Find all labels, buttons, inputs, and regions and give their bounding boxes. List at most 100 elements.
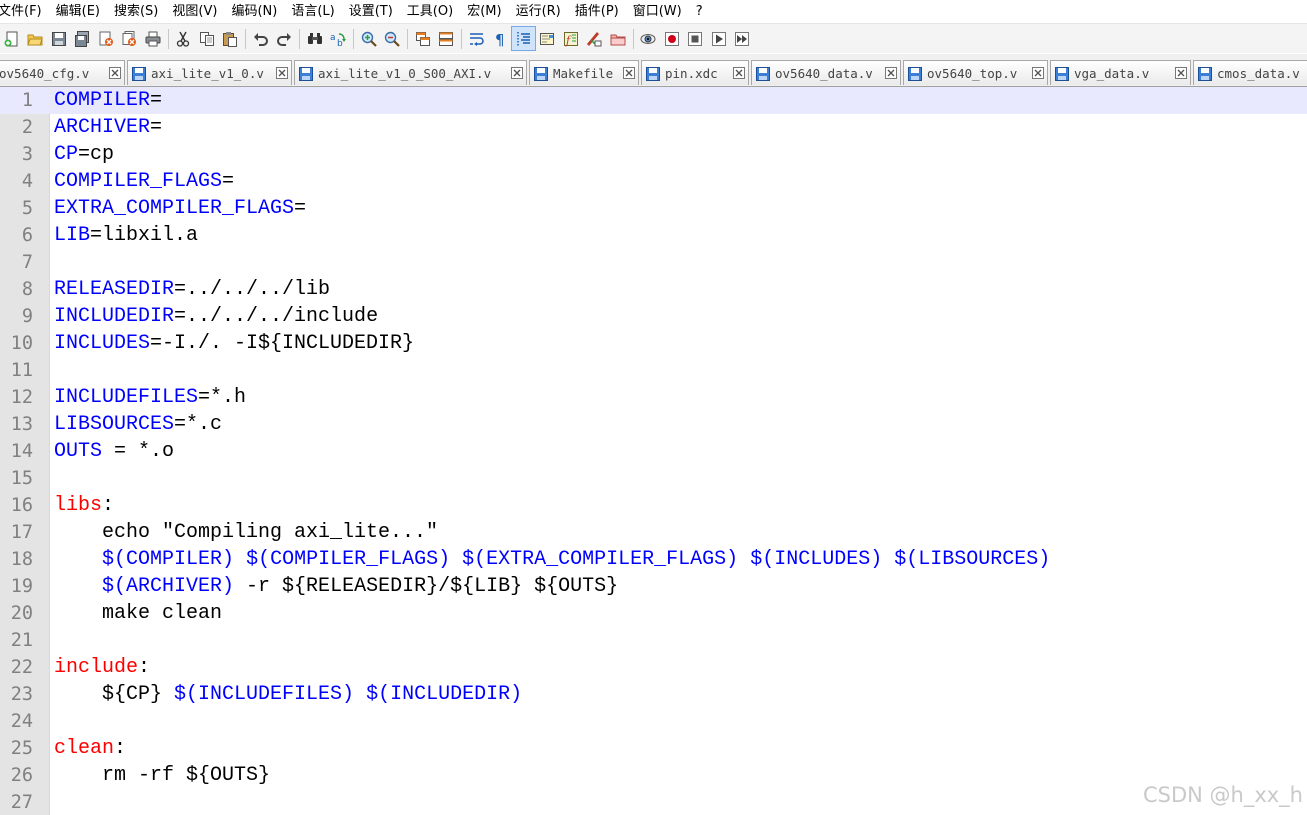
redo-button[interactable] [273, 27, 296, 50]
text-token: rm -rf ${OUTS} [54, 764, 271, 787]
sync-horizontal-button[interactable] [435, 27, 458, 50]
menu-item[interactable]: 工具(O) [400, 0, 460, 23]
code-line[interactable]: 10 INCLUDES=-I./. -I${INCLUDEDIR} [0, 330, 1307, 357]
file-tab[interactable]: vga_data.v [1050, 60, 1191, 85]
code-line[interactable]: 8 RELEASEDIR=../../../lib [0, 276, 1307, 303]
menu-item[interactable]: 运行(R) [509, 0, 568, 23]
code-line[interactable]: 25 clean: [0, 735, 1307, 762]
code-line[interactable]: 18 $(COMPILER) $(COMPILER_FLAGS) $(EXTRA… [0, 546, 1307, 573]
word-wrap-button[interactable] [465, 27, 488, 50]
folder-workspace-button[interactable] [583, 27, 606, 50]
menu-item[interactable]: 设置(T) [342, 0, 400, 23]
menu-item[interactable]: 插件(P) [568, 0, 626, 23]
code-line[interactable]: 4 COMPILER_FLAGS= [0, 168, 1307, 195]
copy-button[interactable] [195, 27, 218, 50]
code-line[interactable]: 7 [0, 249, 1307, 276]
menu-item[interactable]: 搜索(S) [107, 0, 165, 23]
code-text: RELEASEDIR=../../../lib [54, 276, 330, 303]
code-line[interactable]: 19 $(ARCHIVER) -r ${RELEASEDIR}/${LIB} $… [0, 573, 1307, 600]
cut-button[interactable] [172, 27, 195, 50]
watermark: CSDN @h_xx_h [1142, 783, 1303, 807]
close-tab-icon[interactable] [109, 67, 121, 79]
variable-token: RELEASEDIR [54, 278, 175, 301]
code-line[interactable]: 14 OUTS = *.o [0, 438, 1307, 465]
paste-button[interactable] [219, 27, 242, 50]
saved-file-icon [299, 66, 313, 81]
replace-button[interactable]: ab [327, 27, 350, 50]
variable-token: INCLUDES [54, 332, 151, 355]
function-list-button[interactable]: f [559, 27, 582, 50]
close-tab-icon[interactable] [1175, 67, 1187, 79]
save-all-button[interactable] [71, 27, 94, 50]
stop-record-button[interactable] [660, 27, 683, 50]
close-tab-icon[interactable] [276, 67, 288, 79]
file-tab-label: Makefile [553, 65, 614, 81]
code-line[interactable]: 12 INCLUDEFILES=*.h [0, 384, 1307, 411]
record-macro-button[interactable] [637, 27, 660, 50]
new-file-button[interactable] [0, 27, 23, 50]
close-tab-icon[interactable] [511, 67, 523, 79]
menu-item[interactable]: 编码(N) [224, 0, 284, 23]
open-file-button[interactable] [24, 27, 47, 50]
file-tab[interactable]: Makefile [529, 60, 639, 85]
code-line[interactable]: 26 rm -rf ${OUTS} [0, 762, 1307, 789]
code-area[interactable]: 1 COMPILER= 2 ARCHIVER= 3 CP=cp 4 COMPILER_FLAG… [0, 87, 1307, 815]
code-line[interactable]: 16 libs: [0, 492, 1307, 519]
text-token: =*.c [174, 413, 223, 436]
code-line[interactable]: 24 [0, 708, 1307, 735]
file-tab[interactable]: pin.xdc [641, 60, 749, 85]
find-button[interactable] [303, 27, 326, 50]
code-line[interactable]: 22 include: [0, 654, 1307, 681]
code-line[interactable]: 11 [0, 357, 1307, 384]
play-multiple-button[interactable] [707, 27, 730, 50]
file-tab[interactable]: ov5640_data.v [751, 60, 901, 85]
print-button[interactable] [141, 27, 164, 50]
code-line[interactable]: 5 EXTRA_COMPILER_FLAGS= [0, 195, 1307, 222]
menu-item[interactable]: 文件(F) [0, 0, 49, 23]
monitoring-button[interactable] [606, 27, 629, 50]
code-line[interactable]: 27 [0, 789, 1307, 815]
code-line[interactable]: 2 ARCHIVER= [0, 114, 1307, 141]
show-all-chars-button[interactable]: ¶ [489, 27, 512, 50]
text-token: make clean [54, 602, 223, 625]
text-token: = [294, 197, 307, 220]
menu-item[interactable]: 视图(V) [165, 0, 224, 23]
zoom-in-button[interactable] [357, 27, 380, 50]
code-line[interactable]: 17 echo "Compiling axi_lite..." [0, 519, 1307, 546]
close-all-button[interactable] [118, 27, 141, 50]
file-tab[interactable]: axi_lite_v1_0_S00_AXI.v [294, 60, 527, 85]
indent-guide-button[interactable] [511, 26, 536, 51]
zoom-out-button[interactable] [381, 27, 404, 50]
code-line[interactable]: 20 make clean [0, 600, 1307, 627]
file-tab[interactable]: ov5640_cfg.v [0, 60, 125, 85]
menu-item[interactable]: 语言(L) [284, 0, 341, 23]
document-map-button[interactable] [536, 27, 559, 50]
close-tab-icon[interactable] [1032, 67, 1044, 79]
close-tab-icon[interactable] [733, 67, 745, 79]
file-tab[interactable]: axi_lite_v1_0.v [127, 60, 292, 85]
code-line[interactable]: 13 LIBSOURCES=*.c [0, 411, 1307, 438]
code-line[interactable]: 15 [0, 465, 1307, 492]
cut-icon [175, 31, 191, 47]
sync-vertical-button[interactable] [411, 27, 434, 50]
close-tab-icon[interactable] [885, 67, 897, 79]
save-macro-button[interactable] [731, 27, 754, 50]
code-line[interactable]: 21 [0, 627, 1307, 654]
file-tab[interactable]: cmos_data.v [1193, 60, 1307, 85]
close-tab-icon[interactable] [623, 67, 635, 79]
code-line[interactable]: 23 ${CP} $(INCLUDEFILES) $(INCLUDEDIR) [0, 681, 1307, 708]
menu-item[interactable]: 宏(M) [460, 0, 508, 23]
editor[interactable]: 1 COMPILER= 2 ARCHIVER= 3 CP=cp 4 COMPILER_FLAG… [0, 87, 1307, 815]
menu-item[interactable]: 窗口(W) [626, 0, 689, 23]
file-tab[interactable]: ov5640_top.v [903, 60, 1048, 85]
play-macro-button[interactable] [684, 27, 707, 50]
code-line[interactable]: 9 INCLUDEDIR=../../../include [0, 303, 1307, 330]
menu-item[interactable]: ? [689, 0, 710, 23]
menu-item[interactable]: 编辑(E) [49, 0, 107, 23]
save-button[interactable] [47, 27, 70, 50]
code-line[interactable]: 1 COMPILER= [0, 87, 1307, 114]
code-line[interactable]: 3 CP=cp [0, 141, 1307, 168]
code-line[interactable]: 6 LIB=libxil.a [0, 222, 1307, 249]
close-button[interactable] [94, 27, 117, 50]
undo-button[interactable] [249, 27, 272, 50]
